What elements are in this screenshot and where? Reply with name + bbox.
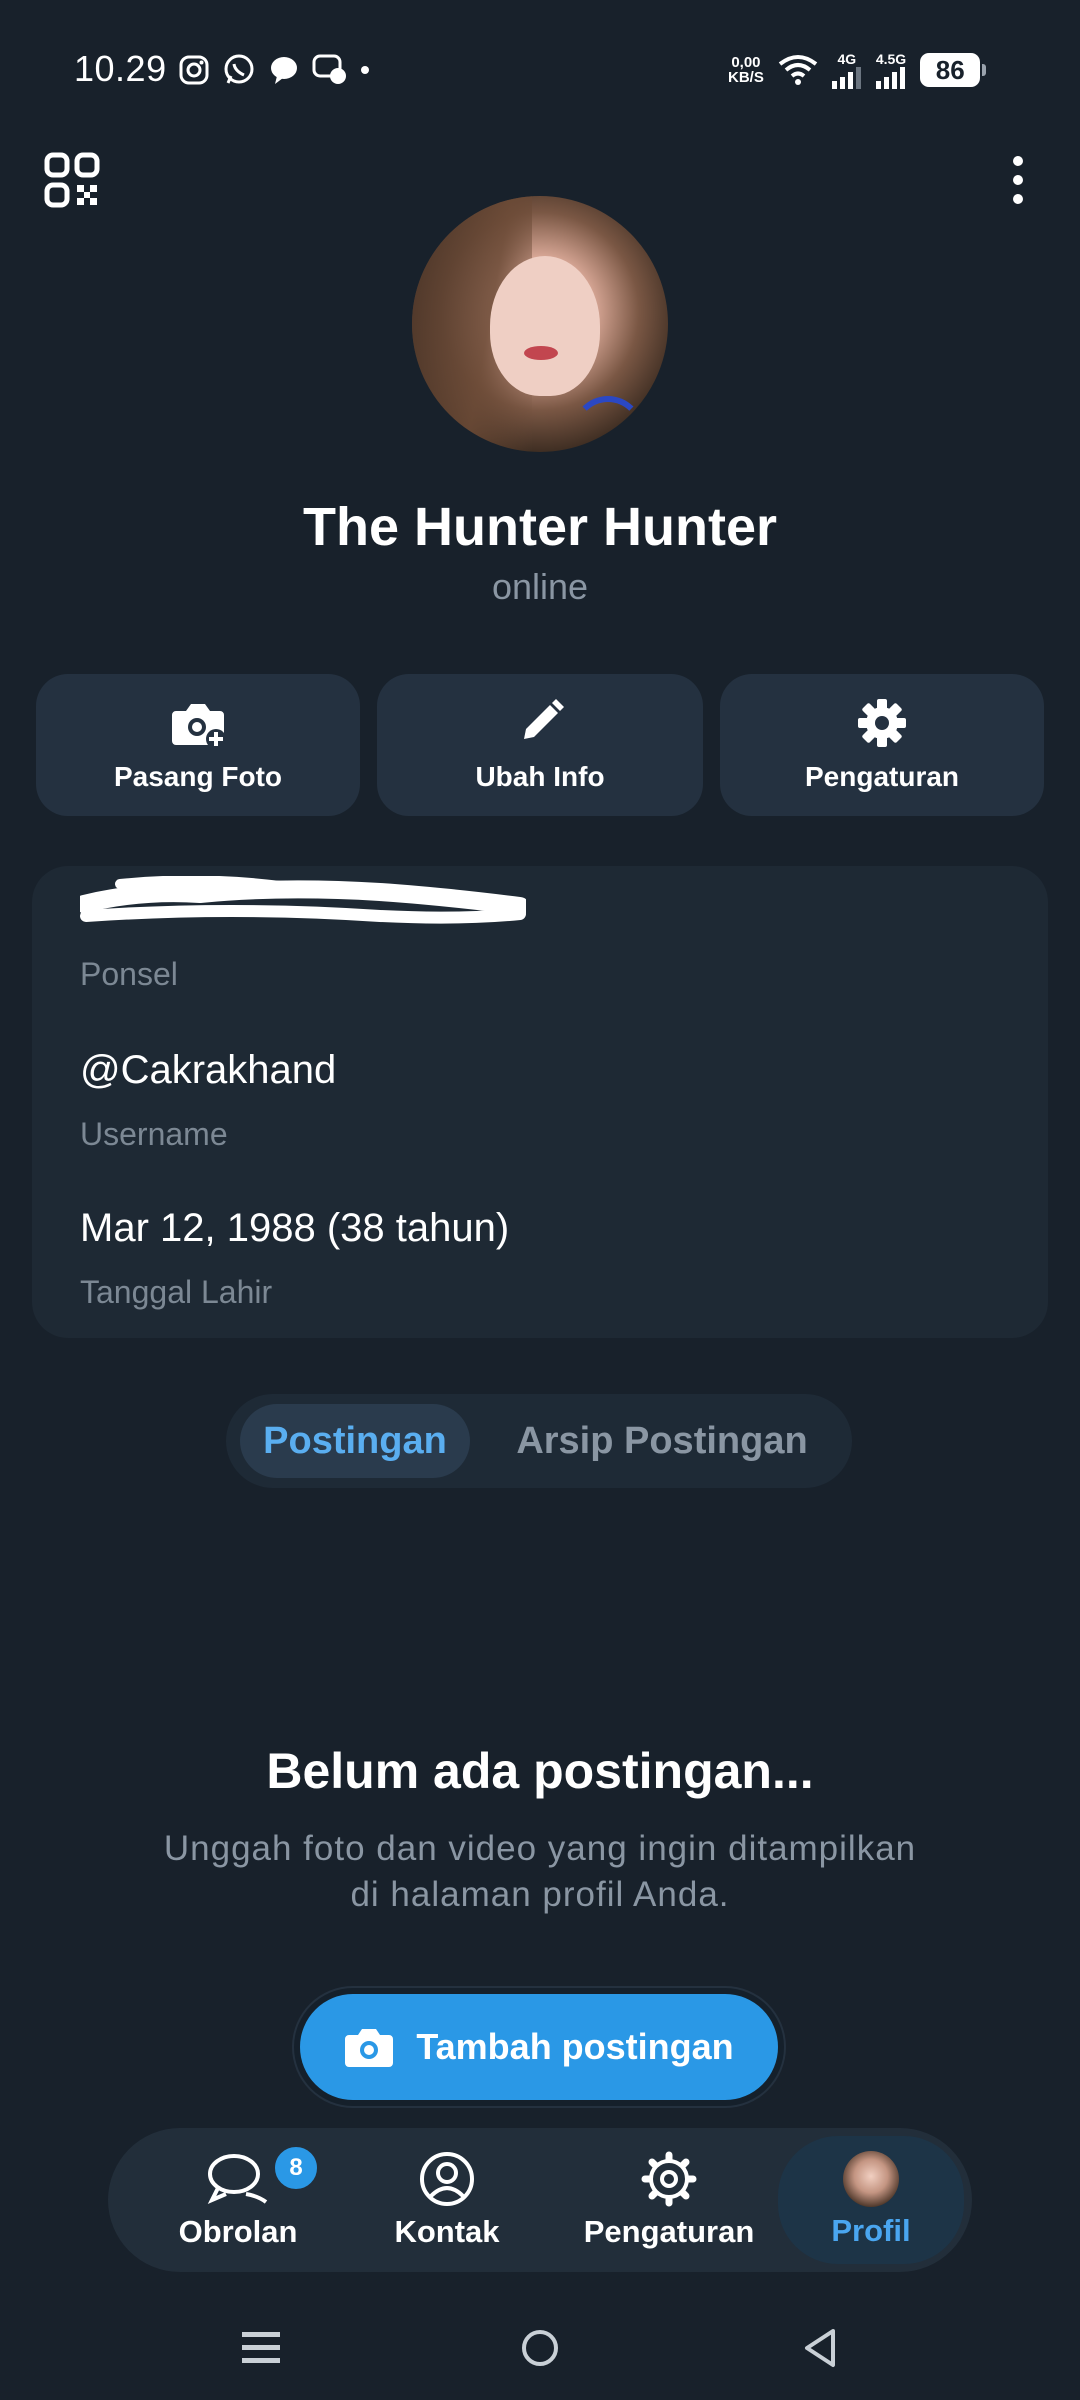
tab-archived-posts[interactable]: Arsip Postingan xyxy=(486,1404,838,1478)
messenger-icon xyxy=(271,57,297,84)
username-value[interactable]: @Cakrakhand xyxy=(80,1048,336,1093)
phone-label: Ponsel xyxy=(80,956,178,992)
set-photo-label: Pasang Foto xyxy=(113,761,282,792)
contact-icon xyxy=(420,2152,474,2206)
settings-label: Pengaturan xyxy=(804,761,960,792)
profile-name: The Hunter Hunter xyxy=(302,497,777,557)
back-button[interactable] xyxy=(784,2318,854,2378)
wifi-icon xyxy=(778,55,818,85)
nav-profile[interactable]: Profil xyxy=(778,2136,964,2264)
add-post-label: Tambah postingan xyxy=(416,2026,734,2067)
nav-chats-label: Obrolan xyxy=(178,2214,298,2249)
pencil-icon xyxy=(524,699,564,739)
signal-bars-icon xyxy=(876,67,906,89)
more-options-button[interactable] xyxy=(1000,152,1036,208)
nav-settings[interactable]: Pengaturan xyxy=(566,2128,772,2272)
qr-code-button[interactable] xyxy=(44,152,100,208)
menu-icon xyxy=(242,2332,280,2363)
unread-badge: 8 xyxy=(272,2144,320,2192)
notification-icons xyxy=(178,50,370,90)
add-post-button[interactable]: Tambah postingan xyxy=(300,1994,778,2100)
avatar xyxy=(843,2151,899,2207)
camera-icon xyxy=(345,2029,394,2067)
status-time: 10.29 xyxy=(74,48,167,89)
signal-1: 4G xyxy=(831,51,862,89)
profile-avatar[interactable] xyxy=(412,196,668,452)
battery-indicator: 86 xyxy=(920,53,987,87)
more-notifications-icon xyxy=(361,66,369,74)
home-button[interactable] xyxy=(505,2318,575,2378)
nav-contacts[interactable]: Kontak xyxy=(362,2128,532,2272)
settings-button[interactable]: Pengaturan xyxy=(720,674,1044,816)
qr-code-icon xyxy=(44,152,100,208)
nav-settings-label: Pengaturan xyxy=(583,2214,755,2249)
username-label: Username xyxy=(80,1116,228,1152)
chat-app-icon xyxy=(312,54,346,84)
dot xyxy=(1013,156,1023,167)
redacted-phone-number xyxy=(80,876,526,924)
home-circle-icon xyxy=(522,2330,558,2366)
posts-tabs: Postingan Arsip Postingan xyxy=(226,1394,852,1488)
dot xyxy=(1013,174,1023,185)
signal-2: 4.5G xyxy=(876,51,906,89)
instagram-icon xyxy=(179,55,209,85)
chat-icon xyxy=(207,2154,268,2204)
gear-icon xyxy=(641,2151,697,2207)
tab-posts[interactable]: Postingan xyxy=(240,1404,470,1478)
edit-info-label: Ubah Info xyxy=(475,761,605,792)
camera-add-icon xyxy=(172,704,226,749)
gear-icon xyxy=(858,699,906,747)
empty-state-subtitle: Unggah foto dan video yang ingin ditampi… xyxy=(163,1829,917,1914)
signal-bars-icon xyxy=(831,67,861,89)
nav-contacts-label: Kontak xyxy=(394,2214,500,2249)
net-speed: 0,00 KB/S xyxy=(728,54,764,86)
system-status-icons: 0,00 KB/S 4G 4.5G 86 xyxy=(728,48,987,92)
nav-chats[interactable]: 8 Obrolan xyxy=(148,2128,328,2272)
bottom-nav: 8 Obrolan Kontak Pengaturan Profil xyxy=(108,2128,972,2272)
profile-status: online xyxy=(491,566,589,607)
back-triangle-icon xyxy=(805,2329,835,2367)
nav-profile-label: Profil xyxy=(831,2213,911,2248)
whatsapp-icon xyxy=(224,54,254,84)
edit-info-button[interactable]: Ubah Info xyxy=(377,674,703,816)
birthday-label: Tanggal Lahir xyxy=(80,1274,273,1310)
info-card xyxy=(32,866,1048,1338)
empty-state-title: Belum ada postingan... xyxy=(266,1743,814,1799)
birthday-value[interactable]: Mar 12, 1988 (38 tahun) xyxy=(80,1206,509,1251)
dot xyxy=(1013,193,1023,204)
recent-apps-button[interactable] xyxy=(226,2318,296,2378)
set-photo-button[interactable]: Pasang Foto xyxy=(36,674,360,816)
